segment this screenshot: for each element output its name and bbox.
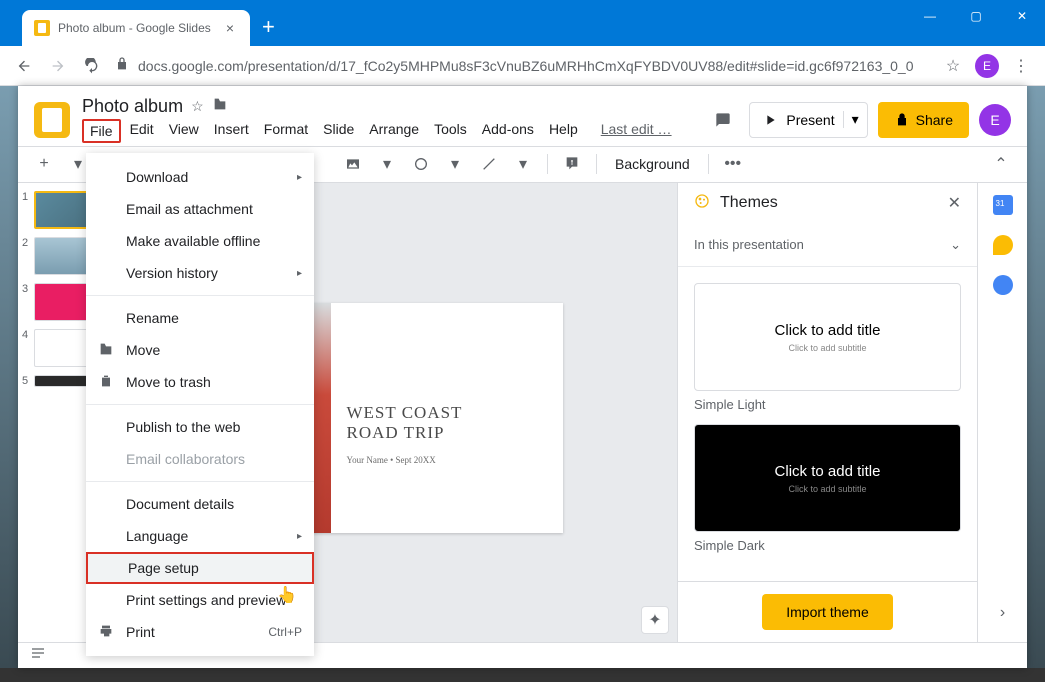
right-rail: › — [977, 183, 1027, 642]
last-edit-link[interactable]: Last edit … — [595, 119, 678, 143]
close-window-button[interactable]: ✕ — [999, 0, 1045, 32]
browser-tab[interactable]: Photo album - Google Slides × — [22, 10, 250, 46]
browser-menu-button[interactable]: ⋮ — [1009, 54, 1033, 78]
present-button[interactable]: Present ▾ — [749, 102, 867, 138]
browser-titlebar: Photo album - Google Slides × + — ▢ ✕ — [0, 0, 1045, 46]
menu-rename[interactable]: Rename — [86, 302, 314, 334]
comment-tool-icon[interactable] — [558, 150, 586, 178]
calendar-icon[interactable] — [993, 195, 1013, 215]
new-tab-button[interactable]: + — [262, 14, 275, 40]
present-dropdown[interactable]: ▾ — [843, 111, 859, 128]
back-button[interactable] — [12, 54, 36, 78]
menu-file[interactable]: File — [82, 119, 121, 143]
menu-language[interactable]: Language▸ — [86, 520, 314, 552]
menu-help[interactable]: Help — [543, 119, 584, 143]
line-dropdown[interactable]: ▾ — [509, 150, 537, 178]
folder-icon — [98, 341, 114, 360]
line-tool-icon[interactable] — [475, 150, 503, 178]
slides-favicon — [34, 20, 50, 36]
thumbnail-5[interactable]: 5 — [22, 375, 93, 387]
menu-version-history[interactable]: Version history▸ — [86, 257, 314, 289]
thumbnail-1[interactable]: 1 — [22, 191, 93, 229]
menu-arrange[interactable]: Arrange — [363, 119, 425, 143]
maximize-button[interactable]: ▢ — [953, 0, 999, 32]
image-dropdown[interactable]: ▾ — [373, 150, 401, 178]
shape-tool-icon[interactable] — [407, 150, 435, 178]
minimize-button[interactable]: — — [907, 0, 953, 32]
comments-button[interactable] — [707, 104, 739, 136]
slide-title-2[interactable]: ROAD TRIP — [347, 423, 547, 443]
themes-selector[interactable]: In this presentation ⌄ — [678, 223, 977, 267]
thumbnail-4[interactable]: 4 — [22, 329, 93, 367]
menu-email-collab: Email collaborators — [86, 443, 314, 475]
lock-icon — [114, 56, 130, 75]
url-display[interactable]: docs.google.com/presentation/d/17_fCo2y5… — [114, 56, 931, 75]
menu-doc-details[interactable]: Document details — [86, 488, 314, 520]
star-button[interactable]: ☆ — [941, 54, 965, 78]
menu-slide[interactable]: Slide — [317, 119, 360, 143]
menu-move[interactable]: Move — [86, 334, 314, 366]
menu-page-setup[interactable]: Page setup — [86, 552, 314, 584]
menu-trash[interactable]: Move to trash — [86, 366, 314, 398]
speaker-notes-icon[interactable] — [30, 645, 50, 666]
shape-dropdown[interactable]: ▾ — [441, 150, 469, 178]
browser-avatar[interactable]: E — [975, 54, 999, 78]
file-menu-dropdown: Download▸ Email as attachment Make avail… — [86, 153, 314, 656]
menu-offline[interactable]: Make available offline — [86, 225, 314, 257]
document-title[interactable]: Photo album — [82, 96, 183, 117]
reload-button[interactable] — [80, 54, 104, 78]
explore-button[interactable]: ✦ — [641, 606, 669, 634]
more-tools-icon[interactable]: ••• — [719, 150, 747, 178]
menu-publish[interactable]: Publish to the web — [86, 411, 314, 443]
themes-panel: Themes ✕ In this presentation ⌄ Click to… — [677, 183, 977, 642]
app-avatar[interactable]: E — [979, 104, 1011, 136]
tasks-icon[interactable] — [993, 275, 1013, 295]
close-panel-icon[interactable]: ✕ — [948, 193, 961, 213]
slide-title-1[interactable]: WEST COAST — [347, 403, 547, 423]
cursor-icon: 👆 — [277, 585, 297, 605]
menu-print[interactable]: PrintCtrl+P — [86, 616, 314, 648]
menu-download[interactable]: Download▸ — [86, 161, 314, 193]
forward-button[interactable] — [46, 54, 70, 78]
menu-tools[interactable]: Tools — [428, 119, 473, 143]
menu-addons[interactable]: Add-ons — [476, 119, 540, 143]
print-icon — [98, 623, 114, 642]
background-button[interactable]: Background — [607, 156, 698, 172]
collapse-toolbar-icon[interactable]: ⌃ — [987, 150, 1015, 178]
new-slide-button[interactable]: + — [30, 150, 58, 178]
menu-email-attachment[interactable]: Email as attachment — [86, 193, 314, 225]
share-button[interactable]: Share — [878, 102, 969, 138]
menu-format[interactable]: Format — [258, 119, 314, 143]
browser-addressbar: docs.google.com/presentation/d/17_fCo2y5… — [0, 46, 1045, 86]
chevron-down-icon: ⌄ — [950, 237, 961, 253]
tab-title: Photo album - Google Slides — [58, 21, 214, 35]
menu-insert[interactable]: Insert — [208, 119, 255, 143]
menu-edit[interactable]: Edit — [124, 119, 160, 143]
thumbnail-2[interactable]: 2 — [22, 237, 93, 275]
slide-subtitle[interactable]: Your Name • Sept 20XX — [347, 455, 547, 465]
menu-bar: File Edit View Insert Format Slide Arran… — [82, 119, 678, 143]
slides-logo[interactable] — [34, 102, 70, 138]
import-theme-button[interactable]: Import theme — [762, 594, 892, 630]
themes-icon — [694, 193, 710, 214]
trash-icon — [98, 373, 114, 392]
image-tool-icon[interactable] — [339, 150, 367, 178]
theme-simple-light[interactable]: Click to add title Click to add subtitle… — [694, 283, 961, 412]
move-folder-icon[interactable] — [212, 96, 228, 117]
menu-view[interactable]: View — [163, 119, 205, 143]
themes-title: Themes — [720, 194, 938, 212]
chevron-right-icon[interactable]: › — [1000, 604, 1005, 622]
thumbnail-3[interactable]: 3 — [22, 283, 93, 321]
close-tab-icon[interactable]: × — [222, 20, 238, 36]
star-icon[interactable]: ☆ — [191, 98, 204, 115]
theme-simple-dark[interactable]: Click to add title Click to add subtitle… — [694, 424, 961, 553]
keep-icon[interactable] — [993, 235, 1013, 255]
